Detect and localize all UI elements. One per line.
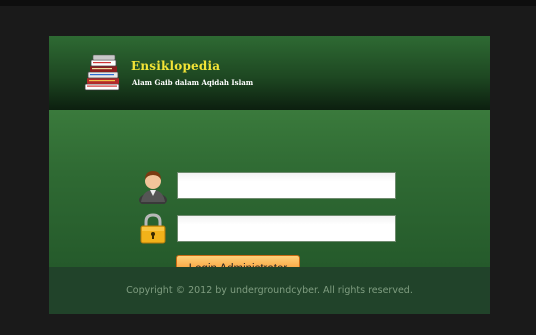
copyright-text: Copyright © 2012 by undergroundcyber. Al…: [126, 285, 413, 296]
username-field[interactable]: [177, 172, 396, 199]
padlock-icon: [140, 213, 166, 244]
app-subtitle: Alam Gaib dalam Aqidah Islam: [132, 78, 254, 87]
window-top-border: [0, 0, 536, 6]
books-icon: [84, 54, 120, 91]
header-banner: Ensiklopedia Alam Gaib dalam Aqidah Isla…: [49, 36, 490, 110]
login-form: Login Administrator: [49, 110, 490, 282]
user-avatar-icon: [139, 171, 167, 204]
login-panel: Ensiklopedia Alam Gaib dalam Aqidah Isla…: [49, 36, 490, 314]
app-title: Ensiklopedia: [131, 59, 221, 73]
footer: Copyright © 2012 by undergroundcyber. Al…: [49, 267, 490, 314]
password-field[interactable]: [177, 215, 396, 242]
